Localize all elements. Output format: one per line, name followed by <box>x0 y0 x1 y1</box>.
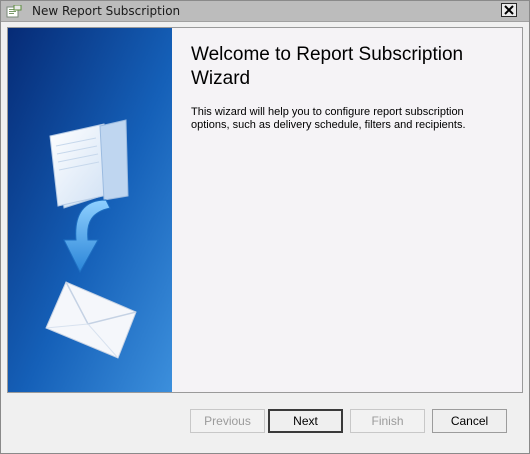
previous-button[interactable]: Previous <box>190 409 265 433</box>
wizard-window: New Report Subscription Welcome to Repor… <box>0 0 530 454</box>
folder-icon <box>49 119 129 209</box>
wizard-description: This wizard will help you to configure r… <box>191 106 466 131</box>
title-bar[interactable]: New Report Subscription <box>1 1 529 22</box>
side-banner <box>8 28 172 392</box>
report-app-icon <box>6 4 22 18</box>
next-button[interactable]: Next <box>268 409 343 433</box>
wizard-title: Welcome to Report Subscription Wizard <box>191 44 464 89</box>
cancel-button[interactable]: Cancel <box>432 409 507 433</box>
wizard-content: Welcome to Report Subscription Wizard Th… <box>7 27 523 393</box>
window-title: New Report Subscription <box>32 4 181 18</box>
close-button[interactable] <box>501 3 517 17</box>
finish-button[interactable]: Finish <box>350 409 425 433</box>
close-icon <box>504 5 514 15</box>
